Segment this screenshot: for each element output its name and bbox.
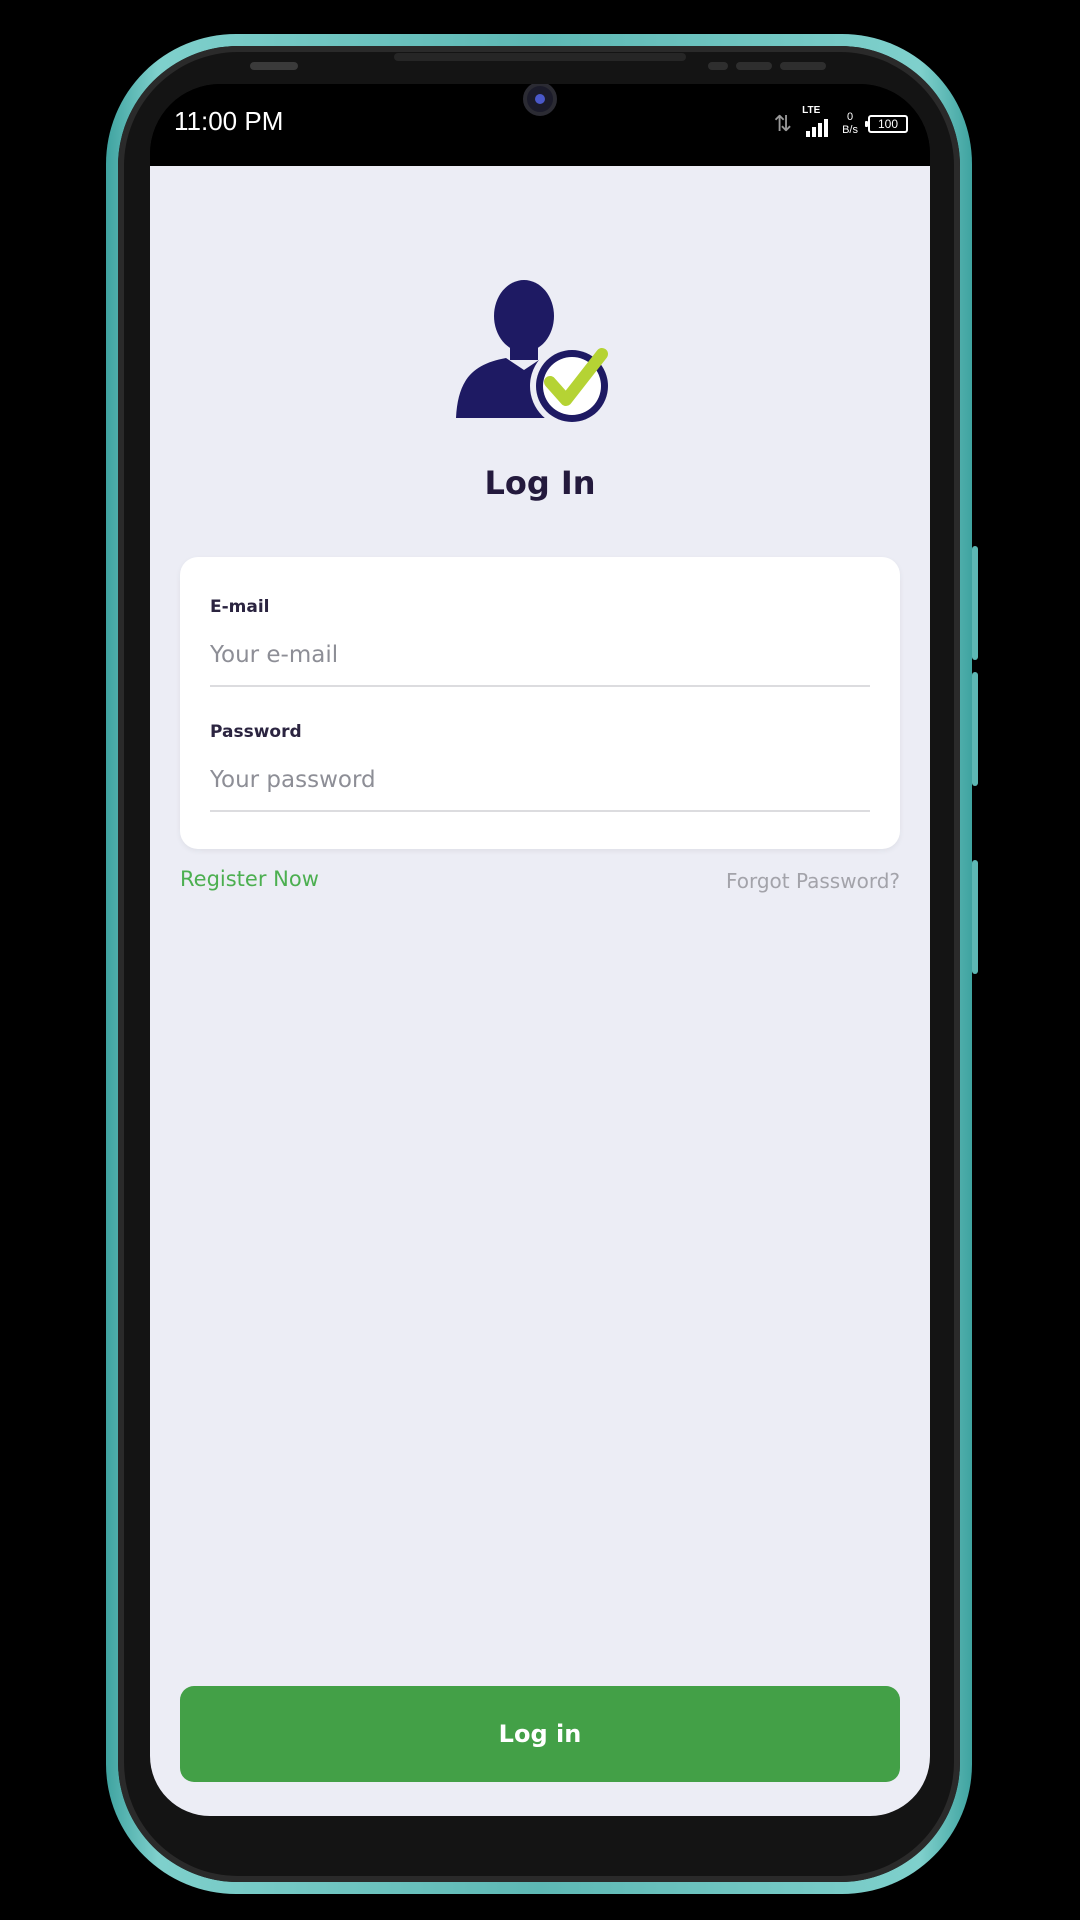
net-speed-value: 0 [846,111,854,123]
camera-lens [535,94,545,104]
signal-bar [818,123,823,137]
data-transfer-icon: ⇅ [773,111,793,137]
side-button-2 [972,672,978,786]
home-circle-icon[interactable] [510,1806,570,1816]
login-button[interactable]: Log in [180,1686,900,1782]
side-button-1 [972,546,978,660]
signal-bar [806,131,811,137]
back-icon[interactable] [737,1806,797,1816]
status-time: 11:00 PM [174,106,284,136]
side-button-3 [972,860,978,974]
battery-level: 100 [877,117,899,131]
net-speed: 0 B/s [842,111,858,137]
page-title: Log In [484,464,596,502]
password-label: Password [210,722,302,742]
battery-icon: 100 [865,115,908,133]
earpiece-speaker [394,53,686,61]
sensor [736,62,772,70]
signal-bar [824,119,829,137]
forgot-password-link[interactable]: Forgot Password? [726,869,900,893]
net-speed-unit: B/s [842,124,858,136]
sensor [250,62,298,70]
recents-icon[interactable] [283,1806,343,1816]
signal-bar [812,127,817,137]
network-type: LTE [802,105,821,116]
user-check-icon [456,280,614,428]
navigation-bar [150,1806,930,1816]
status-bar: 11:00 PM ⇅ LTE 0 B/s 100 [150,84,930,166]
login-form-card: E-mail Password [180,557,900,849]
email-label: E-mail [210,597,270,617]
password-input[interactable] [210,750,870,812]
signal-icon: LTE [802,105,832,139]
phone-screen: 11:00 PM ⇅ LTE 0 B/s 100 Log In E-mail Y… [150,84,930,1816]
login-screen: Log In E-mail Password Register Now Forg… [150,166,930,1816]
email-field: E-mail [210,597,870,711]
status-icons: ⇅ LTE 0 B/s 100 [774,104,908,144]
sensor [780,62,826,70]
sensor [708,62,728,70]
password-field: Password [210,722,870,836]
email-input[interactable] [210,625,870,687]
register-now-link[interactable]: Register Now [180,867,319,891]
